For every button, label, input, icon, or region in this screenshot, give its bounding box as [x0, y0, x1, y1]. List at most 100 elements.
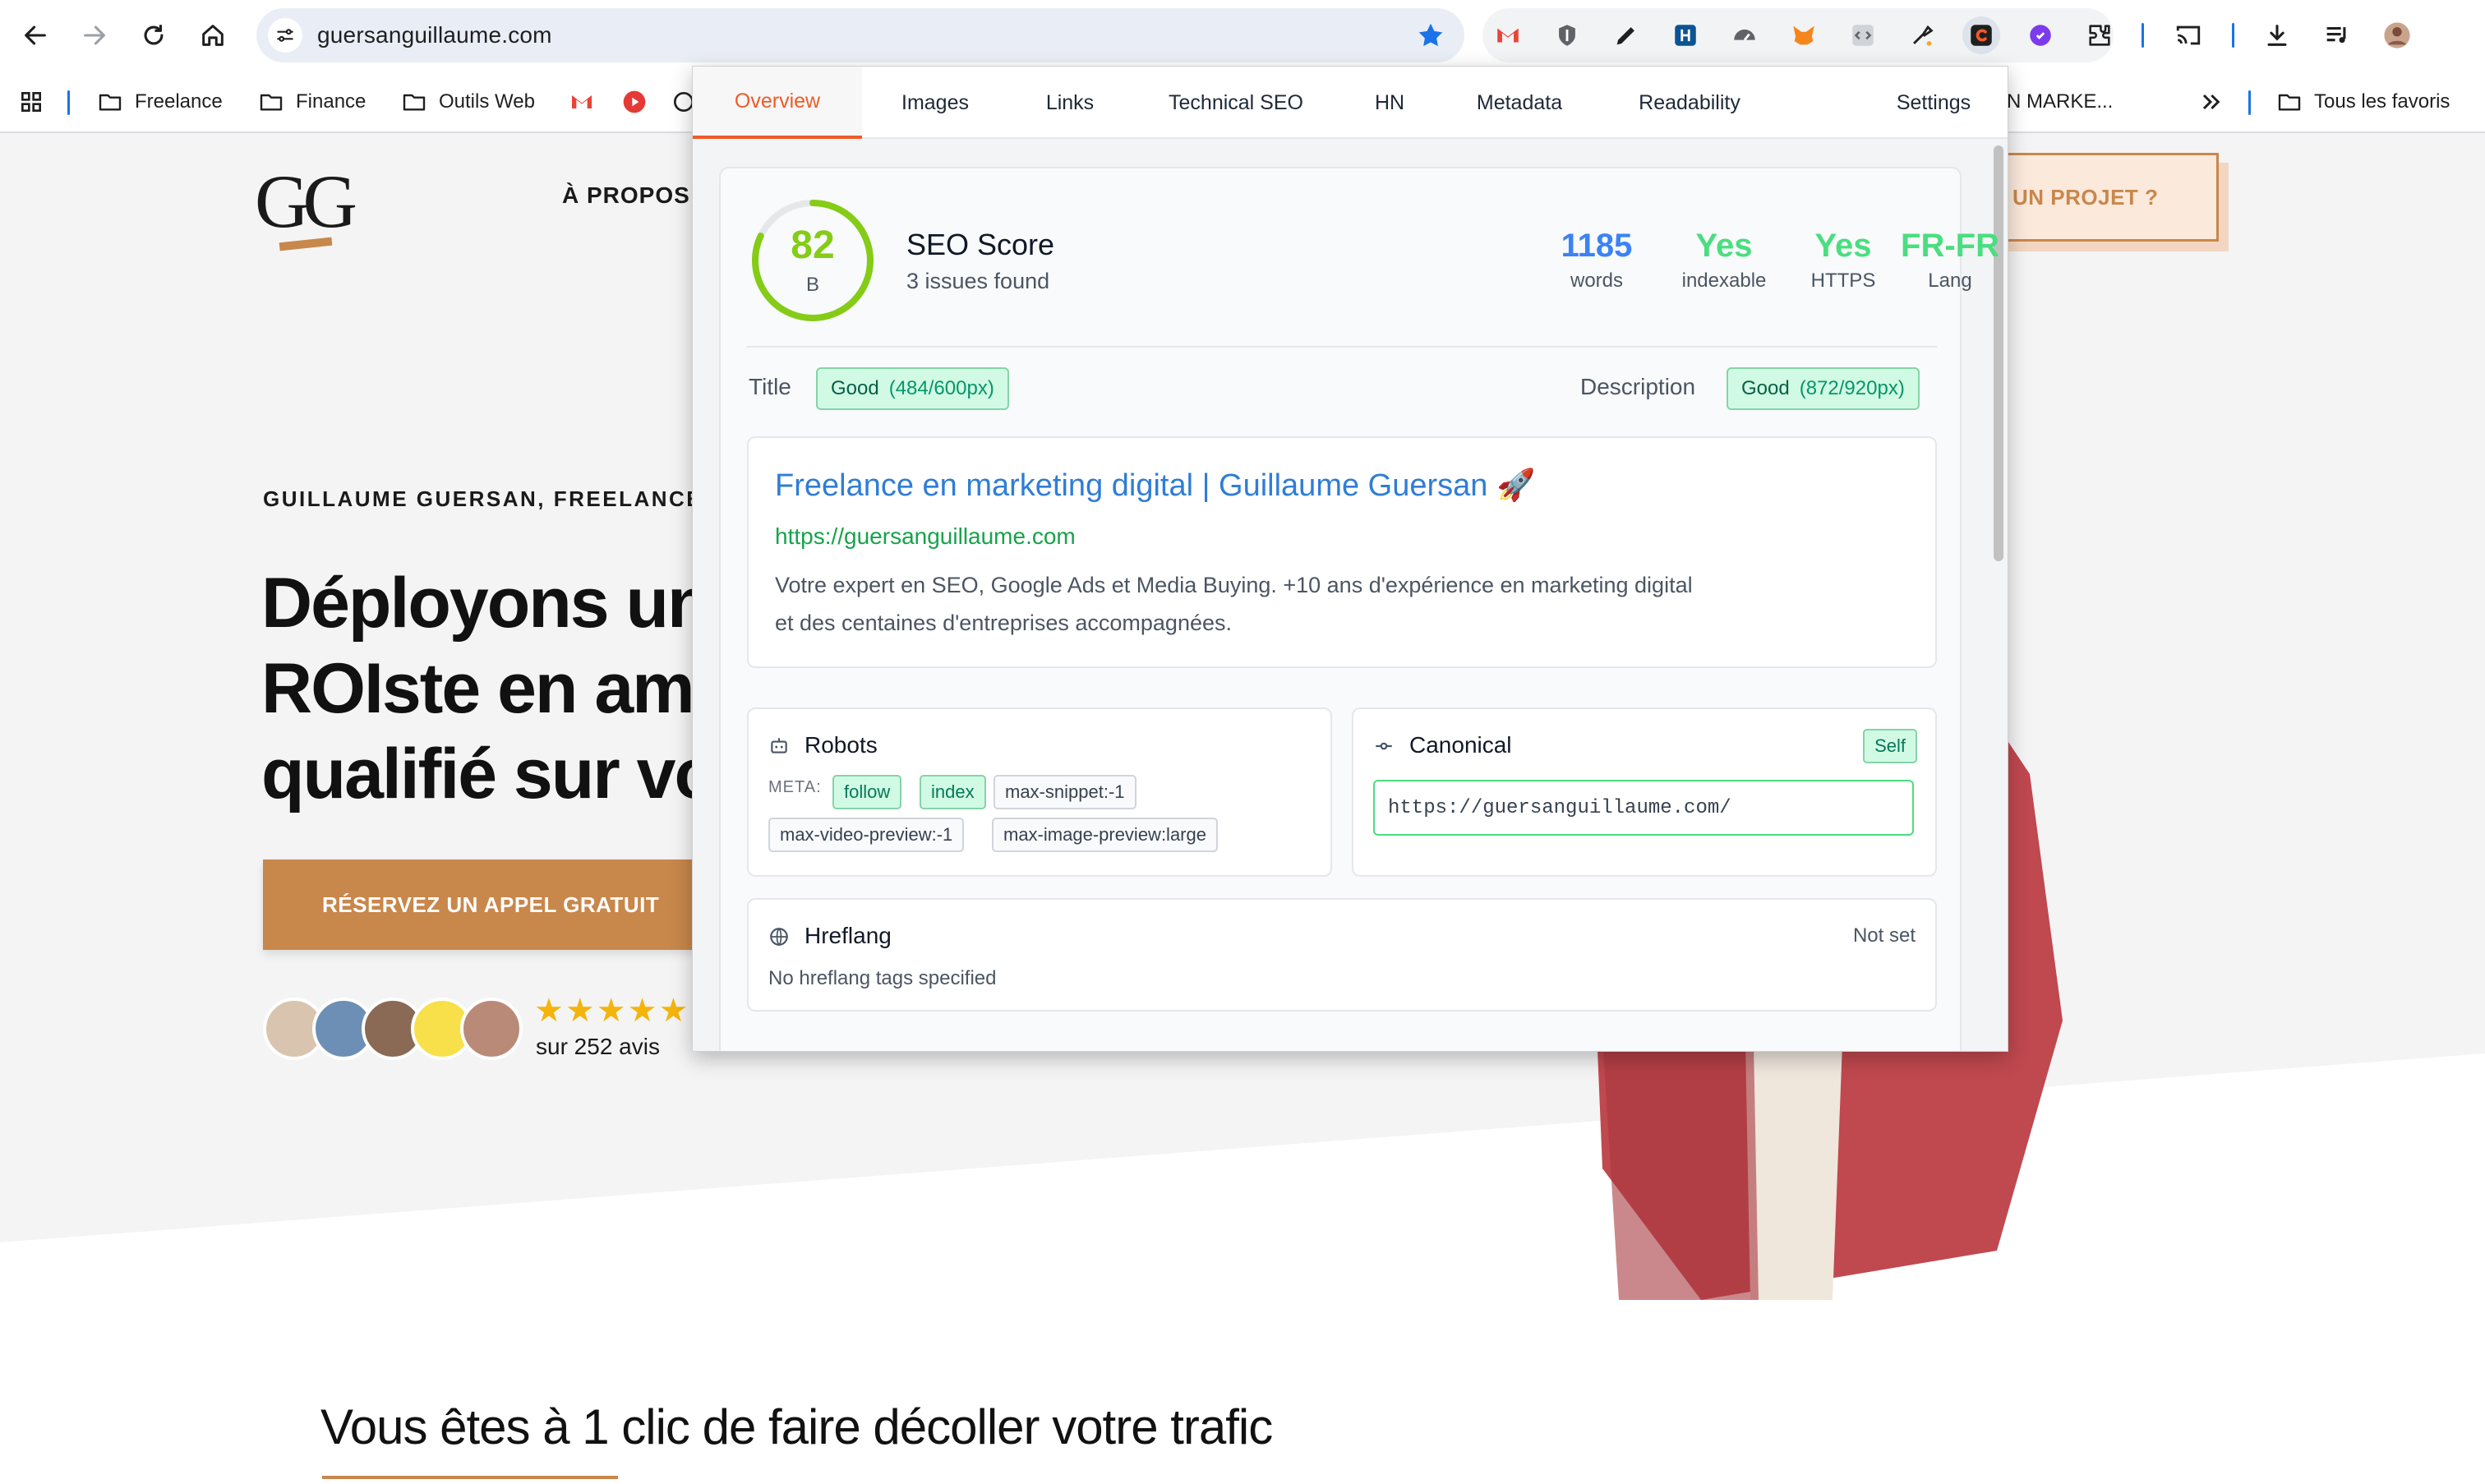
hreflang-title: Hreflang	[805, 923, 892, 948]
hero-title-line: Déployons un	[261, 564, 711, 643]
seo-extension-active[interactable]	[1962, 16, 2000, 54]
book-call-button[interactable]: RÉSERVEZ UN APPEL GRATUIT	[263, 860, 723, 950]
hero-eyebrow: GUILLAUME GUERSAN, FREELANCE E	[263, 486, 727, 511]
project-cta-button[interactable]: UN PROJET ?	[1997, 153, 2219, 242]
bookmark-youtube[interactable]	[621, 87, 659, 117]
serp-title[interactable]: Freelance en marketing digital | Guillau…	[775, 468, 1535, 504]
stat-value: FR-FR	[1901, 228, 1999, 264]
serp-description: Votre expert en SEO, Google Ads et Media…	[775, 566, 1794, 642]
stat-label: Lang	[1928, 270, 1972, 292]
popup-tab-bar: Overview Images Links Technical SEO HN M…	[693, 67, 2008, 139]
apps-button[interactable]	[18, 87, 56, 117]
downloads-button[interactable]	[2258, 16, 2296, 54]
canonical-card: Canonical Self https://guersanguillaume.…	[1352, 707, 1937, 877]
bookmark-folder-finance[interactable]: Finance	[258, 87, 366, 117]
pen-extension[interactable]	[1607, 16, 1645, 54]
section-divider	[747, 346, 1937, 348]
forward-button[interactable]	[76, 16, 113, 54]
profile-avatar-button[interactable]	[2378, 16, 2416, 54]
stat-label: HTTPS	[1810, 270, 1876, 292]
shield-icon	[1559, 25, 1575, 46]
tab-overview[interactable]: Overview	[693, 67, 862, 139]
folder-icon	[99, 94, 122, 111]
tab-readability[interactable]: Readability	[1600, 67, 1779, 139]
reload-icon	[144, 25, 164, 45]
toolbar-divider	[2142, 23, 2144, 48]
seo-c-icon	[1971, 25, 1992, 46]
bookmark-gmail[interactable]	[569, 87, 606, 117]
seo-score-value: 82	[791, 224, 835, 267]
url-text[interactable]: guersanguillaume.com	[317, 22, 552, 48]
gmail-icon	[1497, 28, 1519, 43]
hreflang-card: Hreflang Not set No hreflang tags specif…	[747, 898, 1937, 1012]
hreflang-empty-message: No hreflang tags specified	[768, 967, 997, 989]
draw-extension[interactable]	[1903, 16, 1941, 54]
tab-links[interactable]: Links	[1008, 67, 1132, 139]
tune-icon	[277, 29, 293, 42]
robots-card: Robots META: follow index max-snippet:-1…	[747, 707, 1332, 877]
bookmark-star-icon[interactable]	[1415, 20, 1446, 51]
cast-button[interactable]	[2169, 16, 2207, 54]
stat-value: Yes	[1695, 228, 1753, 264]
hero-title: Déployons un ROIste en ame qualifié sur …	[261, 560, 754, 817]
bookmark-folder-all[interactable]: Tous les favoris	[2276, 87, 2450, 117]
bookmark-marketing[interactable]: N MARKE...	[2007, 87, 2113, 117]
extensions-menu-button[interactable]	[2081, 16, 2118, 54]
bookmarks-overflow-button[interactable]	[2197, 87, 2235, 117]
metamask-extension[interactable]	[1785, 16, 1823, 54]
h-square-icon	[1675, 25, 1696, 46]
stat-indexable: Yes indexable	[1662, 228, 1786, 293]
tab-metadata[interactable]: Metadata	[1439, 67, 1600, 139]
folder-icon	[403, 94, 426, 111]
bookmark-label: Finance	[296, 90, 367, 113]
pen-icon	[1616, 27, 1634, 45]
media-controls-button[interactable]	[2317, 16, 2355, 54]
site-logo[interactable]: GG	[255, 158, 357, 251]
gmail-extension[interactable]	[1489, 16, 1527, 54]
toolbar-divider	[2232, 23, 2234, 48]
tab-technical-seo[interactable]: Technical SEO	[1132, 67, 1340, 139]
stat-label: indexable	[1681, 270, 1767, 292]
stat-value: Yes	[1814, 228, 1872, 264]
folder-icon	[2278, 94, 2301, 111]
address-bar[interactable]: guersanguillaume.com	[256, 8, 1464, 62]
home-button[interactable]	[194, 16, 232, 54]
arrow-right-icon	[84, 25, 105, 45]
nav-link-a-propos[interactable]: À PROPOS	[562, 182, 690, 209]
serp-url[interactable]: https://guersanguillaume.com	[775, 523, 1076, 550]
robots-chip: max-snippet:-1	[994, 775, 1136, 809]
stat-words: 1185 words	[1547, 228, 1646, 293]
reload-button[interactable]	[135, 16, 173, 54]
tab-hn[interactable]: HN	[1340, 67, 1439, 139]
bookmark-folder-outils-web[interactable]: Outils Web	[401, 87, 535, 117]
puzzle-icon	[2089, 25, 2110, 46]
bookmark-label: Freelance	[135, 90, 223, 113]
avatar	[460, 998, 523, 1060]
play-circle-icon	[623, 90, 646, 113]
tab-images[interactable]: Images	[862, 67, 1008, 139]
scrollbar-thumb[interactable]	[1994, 145, 2003, 561]
robots-chip: index	[920, 775, 986, 809]
bookmark-label: Outils Web	[439, 90, 535, 113]
bookmark-folder-freelance[interactable]: Freelance	[97, 87, 223, 117]
canonical-url-field[interactable]: https://guersanguillaume.com/	[1373, 780, 1914, 836]
hreflang-status: Not set	[1852, 924, 1916, 947]
robots-chip: follow	[832, 775, 902, 809]
speedometer-icon	[1734, 29, 1755, 41]
title-field-label: Title	[749, 374, 791, 399]
section-title: Vous êtes à 1 clic de faire décoller vot…	[320, 1399, 1273, 1454]
robots-title: Robots	[805, 732, 878, 758]
queue-music-icon	[2326, 26, 2346, 44]
code-extension[interactable]	[1844, 16, 1882, 54]
home-icon	[202, 25, 224, 46]
back-button[interactable]	[16, 16, 54, 54]
h-extension[interactable]	[1667, 16, 1704, 54]
code-icon	[1852, 25, 1874, 46]
tab-settings[interactable]: Settings	[1876, 67, 1991, 139]
speed-extension[interactable]	[1726, 16, 1763, 54]
canonical-title: Canonical	[1409, 732, 1512, 758]
purple-extension[interactable]	[2022, 16, 2059, 54]
site-info-button[interactable]	[268, 18, 302, 53]
shield-extension[interactable]	[1548, 16, 1586, 54]
browser-toolbar: guersanguillaume.com	[0, 0, 2485, 71]
